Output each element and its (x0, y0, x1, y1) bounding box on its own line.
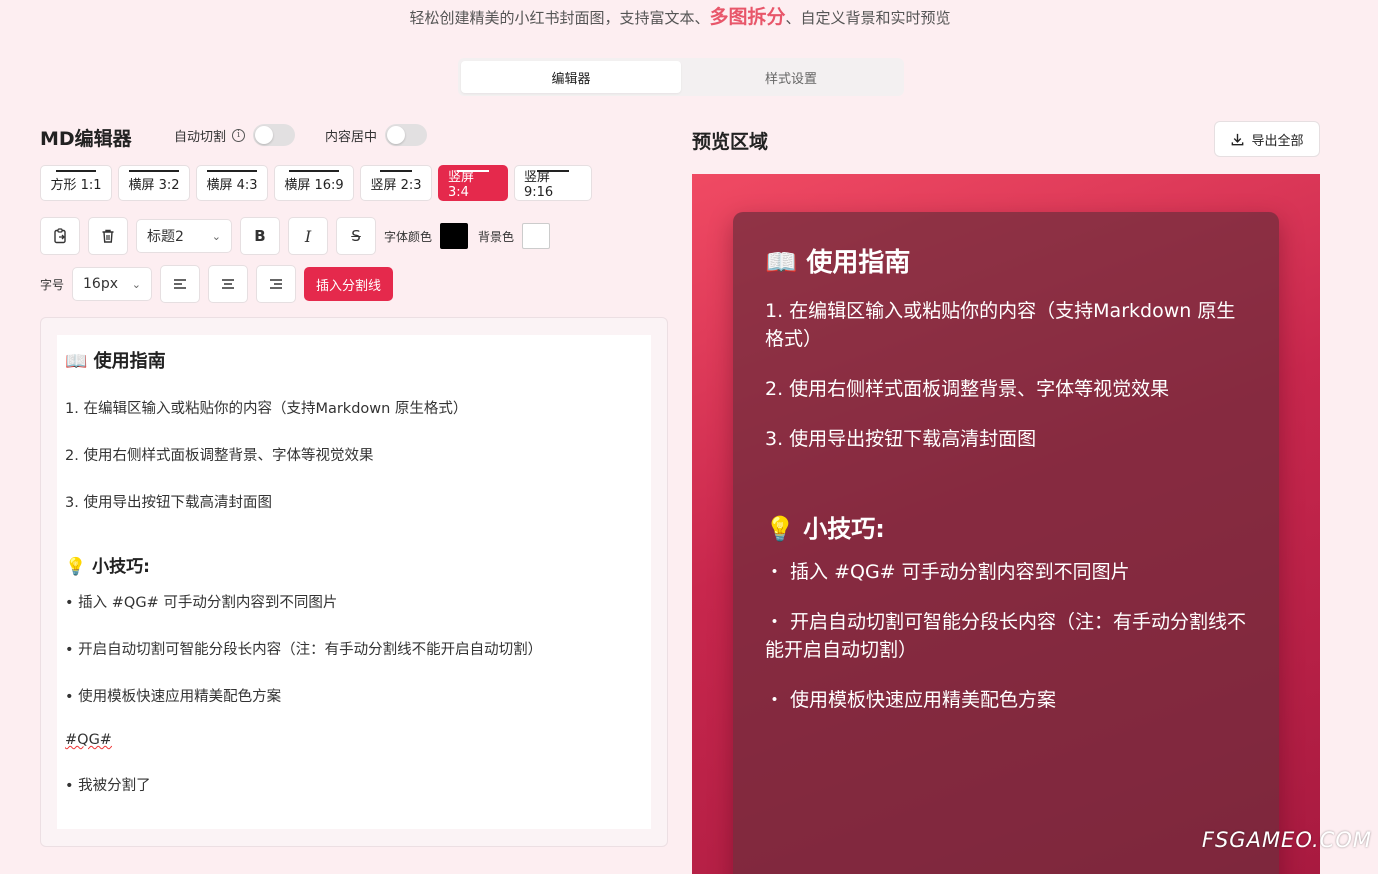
align-center-icon (220, 277, 236, 291)
ratio-shape-icon (537, 170, 569, 172)
ratio-shape-icon (289, 170, 339, 172)
heading-select-value: 标题2 (147, 226, 184, 246)
preview-step: 1. 在编辑区输入或粘贴你的内容（支持Markdown 原生格式） (765, 297, 1247, 353)
ratio-button-4-3[interactable]: 横屏 4:3 (196, 165, 268, 201)
heading-select[interactable]: 标题2 ⌄ (136, 219, 232, 253)
watermark: FSGAMEO.COM (1202, 828, 1372, 852)
font-size-value: 16px (83, 276, 118, 292)
aspect-ratio-selector: 方形 1:1 横屏 3:2 横屏 4:3 横屏 16:9 竖屏 2:3 竖屏 3… (40, 165, 592, 201)
ratio-label: 方形 1:1 (50, 174, 101, 193)
divider-marker: #QG# (65, 732, 112, 748)
strikethrough-button[interactable]: S (336, 217, 376, 255)
markdown-editor[interactable]: 📖 使用指南 1. 在编辑区输入或粘贴你的内容（支持Markdown 原生格式）… (57, 335, 651, 829)
main-tabs: 编辑器 样式设置 (458, 58, 904, 96)
ratio-button-3-2[interactable]: 横屏 3:2 (118, 165, 190, 201)
page-subtitle: 轻松创建精美的小红书封面图，支持富文本、多图拆分、自定义背景和实时预览 (0, 2, 1360, 29)
ratio-label: 横屏 3:2 (128, 174, 179, 193)
ratio-label: 横屏 4:3 (206, 174, 257, 193)
ratio-shape-icon (207, 170, 257, 172)
paragraph-toolbar: 字号 16px ⌄ 插入分割线 (40, 265, 393, 303)
preview-title: 预览区域 (692, 127, 768, 154)
preview-tips-heading: 💡 小技巧: (765, 509, 1247, 544)
ratio-button-1-1[interactable]: 方形 1:1 (40, 165, 112, 201)
ratio-shape-icon (129, 170, 179, 172)
ratio-button-16-9[interactable]: 横屏 16:9 (274, 165, 354, 201)
export-all-button[interactable]: 导出全部 (1214, 121, 1320, 157)
align-left-button[interactable] (160, 265, 200, 303)
ratio-label: 横屏 16:9 (284, 174, 343, 193)
font-size-label: 字号 (40, 276, 64, 293)
editor-tip: • 插入 #QG# 可手动分割内容到不同图片 (65, 591, 643, 612)
editor-tips-heading: 💡 小技巧: (65, 552, 643, 577)
editor-heading: 📖 使用指南 (65, 347, 643, 373)
preview-card: 📖 使用指南 1. 在编辑区输入或粘贴你的内容（支持Markdown 原生格式）… (733, 212, 1279, 874)
trash-icon (100, 228, 116, 244)
tab-style-settings[interactable]: 样式设置 (681, 61, 901, 93)
clear-button[interactable] (88, 217, 128, 255)
ratio-button-2-3[interactable]: 竖屏 2:3 (360, 165, 432, 201)
subtitle-text-post: 、自定义背景和实时预览 (786, 9, 951, 27)
italic-button[interactable]: I (288, 217, 328, 255)
auto-split-label: 自动切割 (174, 126, 226, 145)
chevron-down-icon: ⌄ (132, 278, 141, 291)
font-color-swatch[interactable] (440, 223, 468, 249)
bg-color-label: 背景色 (478, 228, 514, 245)
ratio-shape-icon (56, 170, 96, 172)
info-icon[interactable]: i (232, 129, 245, 142)
editor-tip: • 使用模板快速应用精美配色方案 (65, 685, 643, 706)
preview-tip: ・ 开启自动切割可智能分段长内容（注：有手动分割线不能开启自动切割） (765, 608, 1247, 664)
preview-step: 3. 使用导出按钮下载高清封面图 (765, 425, 1247, 453)
paste-icon (52, 228, 68, 244)
align-center-button[interactable] (208, 265, 248, 303)
editor-step: 1. 在编辑区输入或粘贴你的内容（支持Markdown 原生格式） (65, 397, 643, 418)
center-content-group: 内容居中 (325, 124, 427, 146)
preview-tip: ・ 插入 #QG# 可手动分割内容到不同图片 (765, 558, 1247, 586)
preview-heading: 📖 使用指南 (765, 242, 1247, 279)
editor-step: 3. 使用导出按钮下载高清封面图 (65, 491, 643, 512)
align-right-button[interactable] (256, 265, 296, 303)
editor-tip: • 我被分割了 (65, 774, 643, 795)
ratio-button-9-16[interactable]: 竖屏 9:16 (514, 165, 592, 201)
auto-split-group: 自动切割 i (174, 124, 295, 146)
paste-button[interactable] (40, 217, 80, 255)
ratio-button-3-4[interactable]: 竖屏 3:4 (438, 165, 508, 201)
format-toolbar: 标题2 ⌄ B I S 字体颜色 背景色 (40, 217, 550, 255)
align-left-icon (172, 277, 188, 291)
bold-button[interactable]: B (240, 217, 280, 255)
editor-tip: • 开启自动切割可智能分段长内容（注：有手动分割线不能开启自动切割） (65, 638, 643, 659)
align-right-icon (268, 277, 284, 291)
font-size-select[interactable]: 16px ⌄ (72, 267, 152, 301)
editor-step: 2. 使用右侧样式面板调整背景、字体等视觉效果 (65, 444, 643, 465)
download-icon (1230, 132, 1245, 147)
insert-divider-button[interactable]: 插入分割线 (304, 267, 393, 301)
preview-canvas: 📖 使用指南 1. 在编辑区输入或粘贴你的内容（支持Markdown 原生格式）… (692, 174, 1320, 874)
bg-color-swatch[interactable] (522, 223, 550, 249)
auto-split-toggle[interactable] (253, 124, 295, 146)
preview-step: 2. 使用右侧样式面板调整背景、字体等视觉效果 (765, 375, 1247, 403)
ratio-shape-icon (380, 170, 412, 172)
preview-tip: ・ 使用模板快速应用精美配色方案 (765, 686, 1247, 714)
ratio-label: 竖屏 2:3 (370, 174, 421, 193)
center-content-toggle[interactable] (385, 124, 427, 146)
export-all-label: 导出全部 (1251, 130, 1303, 149)
font-color-label: 字体颜色 (384, 228, 432, 245)
editor-title: MD编辑器 (40, 124, 132, 151)
tab-editor[interactable]: 编辑器 (461, 61, 681, 93)
subtitle-text-pre: 轻松创建精美的小红书封面图，支持富文本、 (409, 9, 709, 27)
subtitle-highlight: 多图拆分 (709, 6, 785, 28)
editor-container: 📖 使用指南 1. 在编辑区输入或粘贴你的内容（支持Markdown 原生格式）… (40, 317, 668, 847)
ratio-shape-icon (457, 170, 489, 172)
center-content-label: 内容居中 (325, 126, 377, 145)
chevron-down-icon: ⌄ (212, 230, 221, 243)
